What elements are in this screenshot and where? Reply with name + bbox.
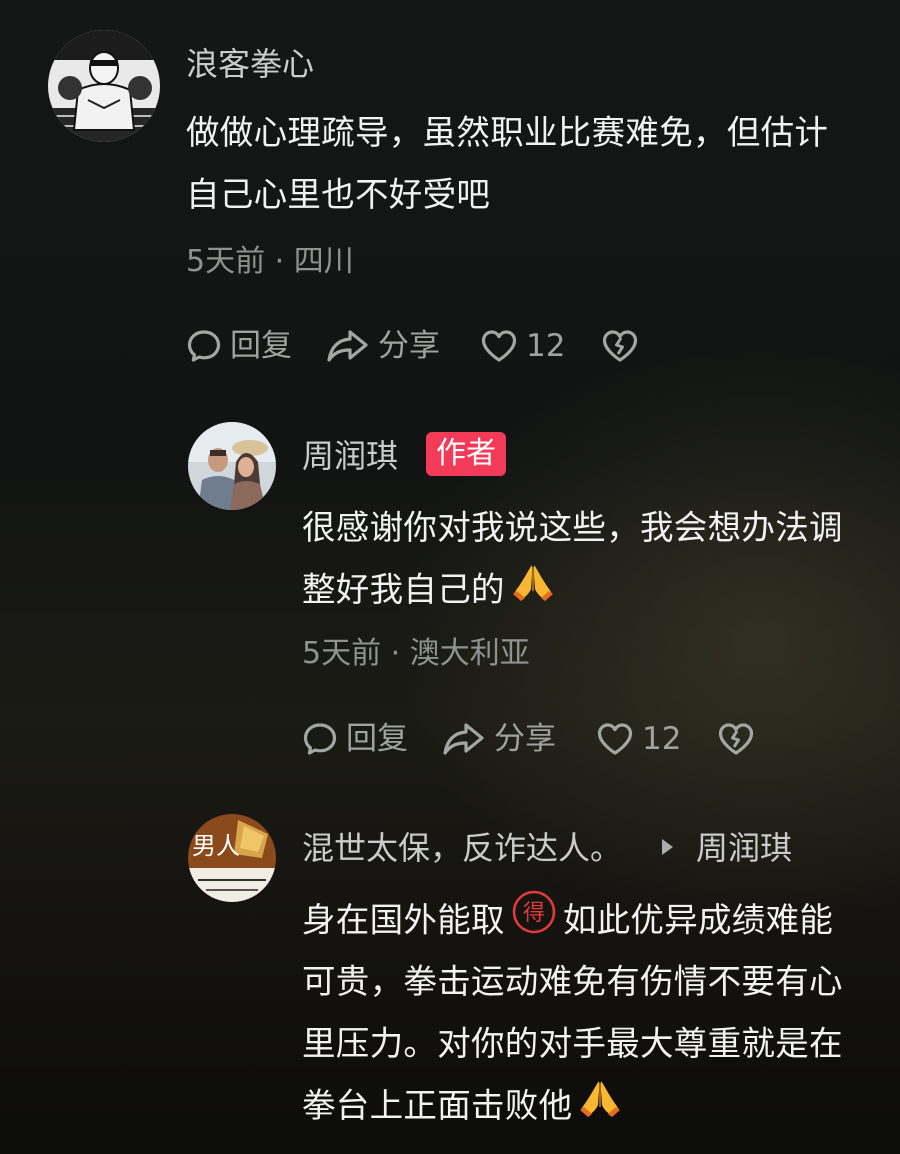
comment-actions: 回复 分享 12	[186, 324, 639, 368]
share-button[interactable]: 分享	[442, 717, 556, 761]
couple-photo-avatar-icon	[188, 422, 276, 510]
comment-thread: 浪客拳心 做做心理疏导，虽然职业比赛难免，但估计 自己心里也不好受吧 5天前 ·…	[0, 0, 900, 1154]
reply-label: 回复	[346, 721, 408, 757]
author-badge: 作者	[426, 432, 506, 476]
reply-to-arrow-icon	[662, 839, 673, 855]
comment-username[interactable]: 浪客拳心	[186, 44, 314, 84]
dislike-button[interactable]	[601, 328, 639, 364]
folded-hands-emoji-icon	[578, 1077, 622, 1139]
avatar[interactable]	[188, 422, 276, 510]
comment-line: 可贵，拳击运动难免有伤情不要有心	[302, 962, 843, 1001]
like-count: 12	[526, 328, 566, 364]
stamp-char: 得	[523, 901, 545, 926]
comment-username[interactable]: 周润琪	[302, 436, 398, 476]
like-button[interactable]: 12	[480, 324, 565, 368]
comment-text: 身在国外能取得如此优异成绩难能 可贵，拳击运动难免有伤情不要有心 里压力。对你的…	[302, 889, 843, 1137]
broken-heart-icon	[719, 723, 754, 755]
comment-username[interactable]: 混世太保，反诈达人。	[302, 828, 622, 868]
share-arrow-icon	[327, 330, 368, 362]
comment-line: 整好我自己的	[302, 559, 843, 621]
comment-text: 很感谢你对我说这些，我会想办法调 整好我自己的	[302, 497, 843, 621]
comment-line: 做做心理疏导，虽然职业比赛难免，但估计	[186, 113, 829, 152]
comment-line: 很感谢你对我说这些，我会想办法调	[302, 508, 843, 547]
comment-meta: 5天前 · 澳大利亚	[302, 636, 530, 671]
comment-line-text: 如此优异成绩难能	[562, 900, 834, 940]
like-button[interactable]: 12	[596, 717, 681, 761]
chat-bubble-icon	[303, 723, 337, 755]
reply-button[interactable]: 回复	[302, 717, 408, 761]
share-label: 分享	[494, 721, 556, 757]
comment-line: 里压力。对你的对手最大尊重就是在	[302, 1024, 843, 1063]
broken-heart-icon	[603, 330, 638, 362]
share-arrow-icon	[443, 723, 484, 755]
comment-line-text: 拳台上正面击败他	[302, 1086, 573, 1125]
comment-line: 身在国外能取得如此优异成绩难能	[302, 889, 843, 951]
dislike-button[interactable]	[717, 721, 755, 757]
comment-line: 拳台上正面击败他	[302, 1075, 843, 1137]
avatar[interactable]: 男人	[188, 814, 276, 902]
boxer-avatar-icon	[48, 30, 160, 142]
comment-text: 做做心理疏导，虽然职业比赛难免，但估计 自己心里也不好受吧	[186, 102, 828, 226]
chat-bubble-icon	[187, 330, 221, 362]
men-badge-avatar-icon: 男人	[188, 814, 276, 902]
reply-button[interactable]: 回复	[186, 324, 292, 368]
comment-line: 自己心里也不好受吧	[186, 175, 491, 214]
heart-icon	[481, 330, 517, 362]
comment-line-text: 整好我自己的	[302, 570, 505, 609]
comment-actions: 回复 分享 12	[302, 717, 755, 761]
share-button[interactable]: 分享	[326, 324, 440, 368]
avatar-text: 男人	[192, 832, 240, 860]
heart-icon	[597, 723, 633, 755]
comment-meta: 5天前 · 四川	[186, 244, 354, 279]
reply-label: 回复	[230, 328, 292, 364]
share-label: 分享	[378, 328, 440, 364]
reply-to-username[interactable]: 周润琪	[696, 828, 792, 868]
comment-line-text: 身在国外能取	[302, 900, 505, 940]
de-stamp-icon: 得	[511, 889, 557, 955]
like-count: 12	[642, 721, 682, 757]
folded-hands-emoji-icon	[511, 561, 555, 623]
avatar[interactable]	[48, 30, 160, 142]
